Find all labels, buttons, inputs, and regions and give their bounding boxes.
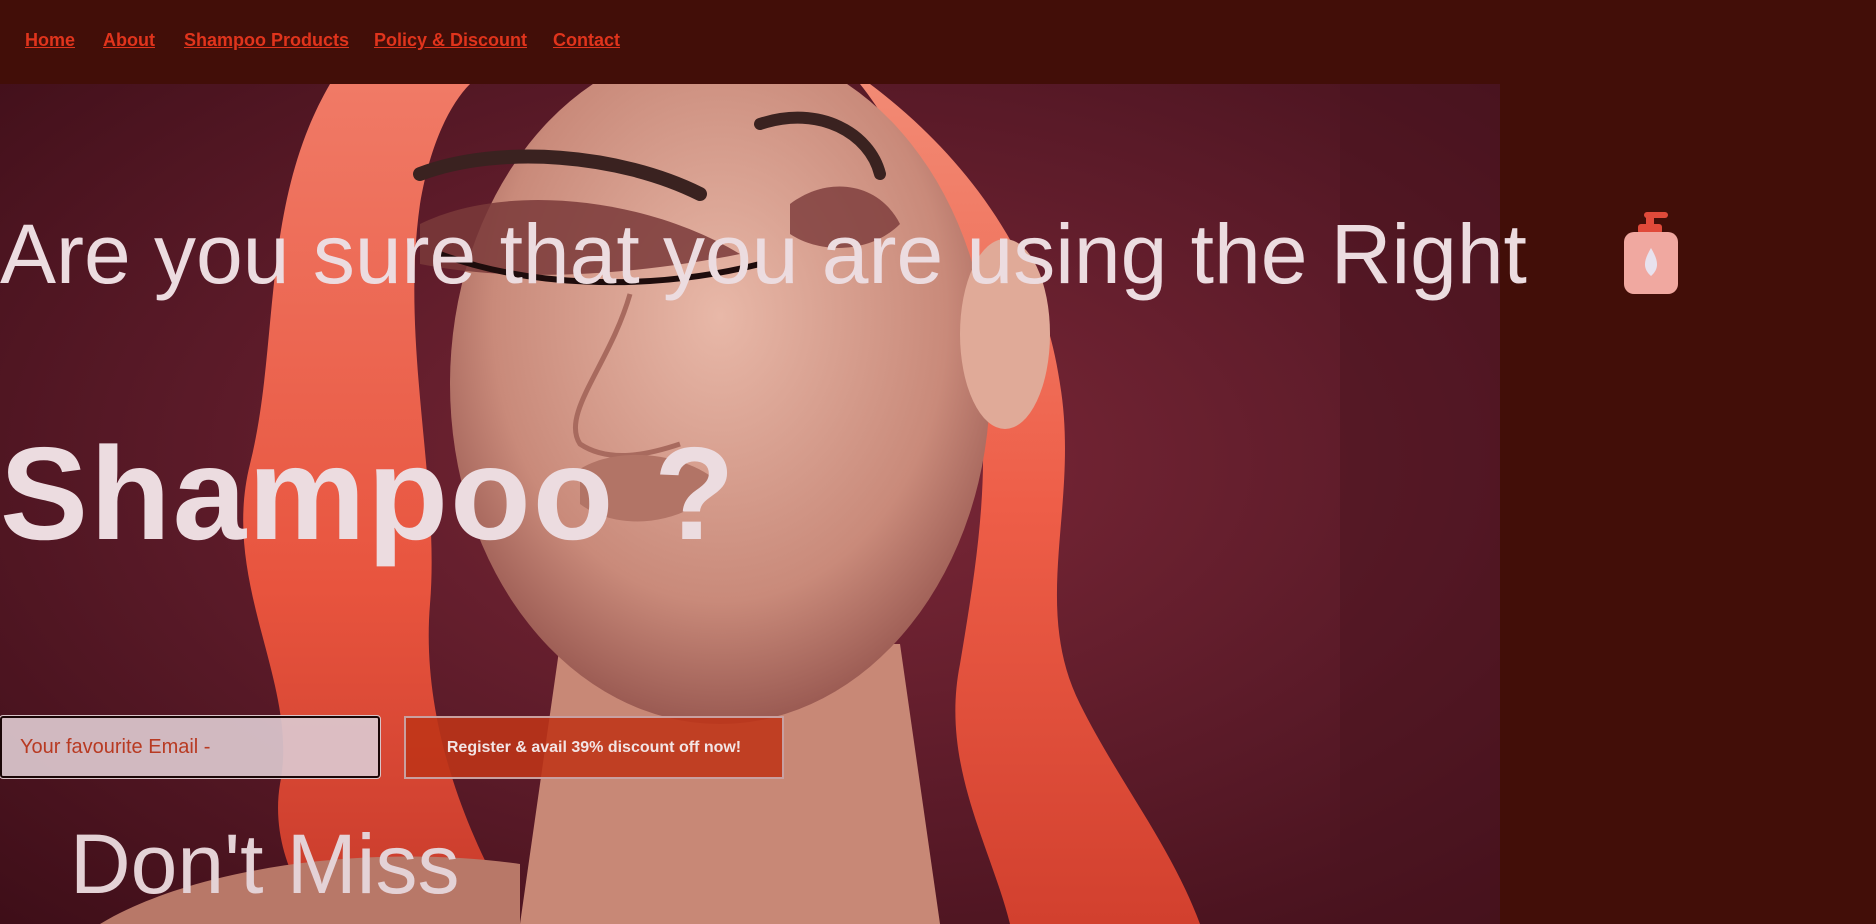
nav-link-about[interactable]: About [103, 30, 155, 51]
hero-headline: Are you sure that you are using the Righ… [0, 207, 1527, 301]
landing-page: Home About Shampoo Products Policy & Dis… [0, 0, 1876, 924]
shampoo-bottle-icon [1624, 212, 1678, 294]
nav-link-policy-discount[interactable]: Policy & Discount [374, 30, 527, 51]
email-input[interactable] [0, 715, 381, 779]
top-navigation: Home About Shampoo Products Policy & Dis… [0, 0, 1876, 84]
hero-headline-shampoo: Shampoo ? [0, 420, 737, 567]
dont-miss-heading: Don't Miss [70, 817, 460, 911]
nav-link-home[interactable]: Home [25, 30, 75, 51]
nav-link-shampoo-products[interactable]: Shampoo Products [184, 30, 349, 51]
register-discount-button[interactable]: Register & avail 39% discount off now! [404, 716, 784, 779]
nav-link-contact[interactable]: Contact [553, 30, 620, 51]
